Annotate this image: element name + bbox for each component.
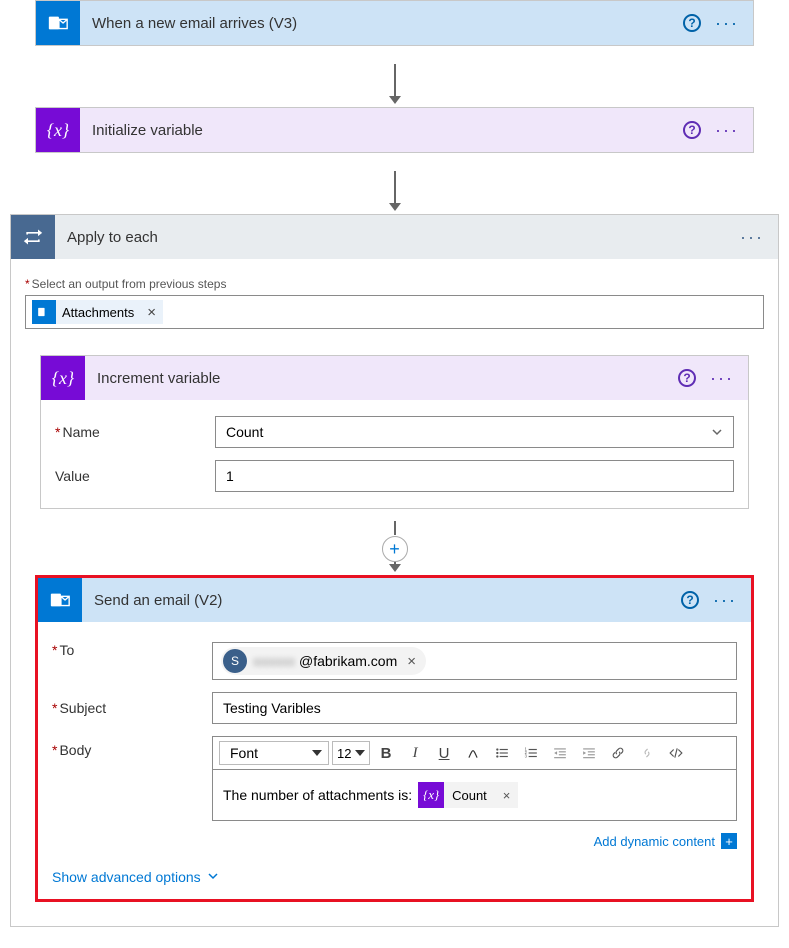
send-email-highlight: Send an email (V2) ? ··· *To S [35, 575, 754, 902]
send-email-card: Send an email (V2) ? ··· *To S [38, 578, 751, 899]
name-select[interactable]: Count [215, 416, 734, 448]
plus-icon[interactable]: + [721, 833, 737, 849]
chevron-down-icon [207, 869, 219, 885]
increment-variable-title: Increment variable [85, 370, 678, 387]
value-label: Value [55, 468, 215, 484]
add-dynamic-content-link[interactable]: Add dynamic content [594, 834, 715, 849]
send-email-header[interactable]: Send an email (V2) ? ··· [38, 578, 751, 622]
select-output-input[interactable]: Attachments × [25, 295, 764, 329]
remove-recipient-icon[interactable]: × [407, 653, 416, 670]
outlook-icon [32, 300, 56, 324]
unlink-button[interactable] [634, 741, 660, 765]
to-label: *To [52, 642, 212, 658]
color-button[interactable] [460, 741, 486, 765]
body-label: *Body [52, 736, 212, 758]
outdent-button[interactable] [547, 741, 573, 765]
variable-icon: {x} [36, 108, 80, 152]
code-view-button[interactable] [663, 741, 689, 765]
apply-to-each-card: Apply to each ··· *Select an output from… [10, 214, 779, 927]
arrow-icon [5, 46, 784, 107]
font-select[interactable]: Font [219, 741, 329, 765]
count-variable-token[interactable]: {x} Count × [418, 782, 518, 808]
select-output-label: *Select an output from previous steps [25, 277, 764, 291]
trigger-card[interactable]: When a new email arrives (V3) ? ··· [35, 0, 754, 46]
show-advanced-options-link[interactable]: Show advanced options [52, 869, 219, 885]
body-editor[interactable]: The number of attachments is: {x} Count … [212, 769, 737, 821]
bullet-list-button[interactable] [489, 741, 515, 765]
help-icon[interactable]: ? [683, 121, 701, 139]
loop-icon [11, 215, 55, 259]
indent-button[interactable] [576, 741, 602, 765]
remove-token-icon[interactable]: × [140, 304, 163, 321]
help-icon[interactable]: ? [678, 369, 696, 387]
bold-button[interactable]: B [373, 741, 399, 765]
init-variable-title: Initialize variable [80, 122, 683, 139]
font-size-select[interactable]: 12 [332, 741, 370, 765]
help-icon[interactable]: ? [681, 591, 699, 609]
chevron-down-icon [711, 426, 723, 438]
italic-button[interactable]: I [402, 741, 428, 765]
recipient-name-blurred: xxxxxx [249, 653, 299, 669]
init-variable-card[interactable]: {x} Initialize variable ? ··· [35, 107, 754, 153]
arrow-icon [25, 509, 764, 538]
underline-button[interactable]: U [431, 741, 457, 765]
apply-to-each-header[interactable]: Apply to each ··· [11, 215, 778, 259]
outlook-icon [36, 1, 80, 45]
more-icon[interactable]: ··· [740, 227, 764, 248]
increment-variable-card: {x} Increment variable ? ··· *Name Count [40, 355, 749, 509]
avatar: S [223, 649, 247, 673]
link-button[interactable] [605, 741, 631, 765]
attachments-token[interactable]: Attachments × [32, 300, 163, 324]
trigger-title: When a new email arrives (V3) [80, 15, 683, 32]
variable-icon: {x} [418, 782, 444, 808]
subject-label: *Subject [52, 700, 212, 716]
more-icon[interactable]: ··· [715, 13, 739, 34]
number-list-button[interactable]: 123 [518, 741, 544, 765]
recipient-pill[interactable]: S xxxxxx @fabrikam.com × [221, 647, 426, 675]
subject-input[interactable] [212, 692, 737, 724]
send-email-title: Send an email (V2) [82, 592, 681, 609]
value-input[interactable] [215, 460, 734, 492]
more-icon[interactable]: ··· [715, 120, 739, 141]
increment-variable-header[interactable]: {x} Increment variable ? ··· [41, 356, 748, 400]
name-label: *Name [55, 424, 215, 440]
variable-icon: {x} [41, 356, 85, 400]
remove-token-icon[interactable]: × [495, 788, 519, 803]
more-icon[interactable]: ··· [713, 590, 737, 611]
to-input[interactable]: S xxxxxx @fabrikam.com × [212, 642, 737, 680]
more-icon[interactable]: ··· [710, 368, 734, 389]
apply-to-each-title: Apply to each [55, 229, 740, 246]
arrow-icon [5, 153, 784, 214]
rich-text-toolbar: Font 12 B I U 123 [212, 736, 737, 769]
add-step-button[interactable]: + [382, 536, 408, 562]
outlook-icon [38, 578, 82, 622]
svg-text:3: 3 [525, 754, 528, 759]
help-icon[interactable]: ? [683, 14, 701, 32]
